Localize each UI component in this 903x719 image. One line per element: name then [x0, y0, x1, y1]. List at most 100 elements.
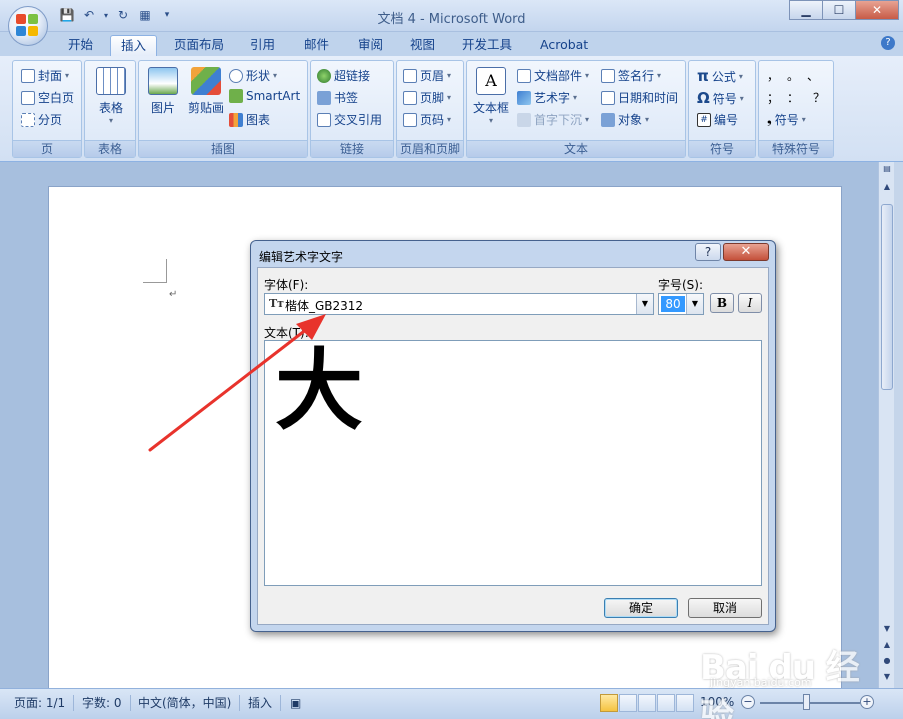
numbering-icon: # [697, 112, 711, 127]
baidu-jingyan-watermark: Bai du 经验 jingyan.baidu.com [700, 632, 860, 719]
language-indicator[interactable]: 中文(简体，中国) [138, 695, 241, 711]
page-number-button[interactable]: 页码 ▾ [403, 111, 451, 128]
cover-page-button[interactable]: 封面 ▾ [21, 67, 69, 84]
font-label: 字体(F): [264, 278, 309, 292]
office-button[interactable] [8, 6, 48, 46]
ruler-toggle-icon[interactable]: ▤ [880, 162, 894, 176]
group-text: A 文本框 ▾ 文档部件 ▾ 艺术字 ▾ 首字下沉 ▾ 签名行 ▾ 日期和时间 对象 ▾ … [466, 60, 686, 158]
page-break-button[interactable]: 分页 [21, 111, 62, 128]
dialog-help-button[interactable]: ? [695, 243, 721, 261]
tab-view[interactable]: 视图 [400, 35, 445, 57]
italic-button[interactable]: I [738, 293, 762, 313]
web-layout-button[interactable] [638, 694, 656, 712]
hyperlink-button[interactable]: 超链接 [317, 67, 370, 84]
header-button[interactable]: 页眉 ▾ [403, 67, 451, 84]
previous-page-icon[interactable]: ▲ [880, 638, 894, 652]
outline-view-button[interactable] [657, 694, 675, 712]
group-symbols: π 公式 ▾ Ω 符号 ▾ # 编号 符号 [688, 60, 756, 158]
next-page-icon[interactable]: ▼ [880, 670, 894, 684]
scroll-down-icon[interactable]: ▼ [880, 622, 894, 636]
group-label-pages: 页 [13, 140, 81, 157]
signature-line-icon [601, 68, 615, 83]
wordart-text-input[interactable]: 大 [264, 340, 762, 586]
omega-icon: Ω [697, 89, 710, 107]
cancel-button[interactable]: 取消 [688, 598, 762, 618]
font-select[interactable]: Tт 楷体_GB2312 ▼ [264, 293, 654, 315]
textbox-icon: A [476, 67, 506, 95]
word-count[interactable]: 字数: 0 [82, 695, 131, 711]
cross-reference-button[interactable]: 交叉引用 [317, 111, 382, 128]
footer-icon [403, 90, 417, 105]
ok-button[interactable]: 确定 [604, 598, 678, 618]
size-select[interactable]: 80 ▼ [658, 293, 704, 315]
wordart-button[interactable]: 艺术字 ▾ [517, 89, 577, 106]
font-dropdown-arrow[interactable]: ▼ [636, 294, 653, 314]
cross-reference-icon [317, 112, 331, 127]
tab-references[interactable]: 引用 [240, 35, 285, 57]
table-button[interactable]: 表格 ▾ [91, 67, 131, 125]
tab-review[interactable]: 审阅 [348, 35, 393, 57]
tab-home[interactable]: 开始 [58, 35, 103, 57]
symbol-button[interactable]: Ω 符号 ▾ [697, 89, 744, 107]
special-symbol-button[interactable]: ❟ 符号 ▾ [767, 111, 806, 128]
chart-button[interactable]: 图表 [229, 111, 270, 128]
scroll-up-icon[interactable]: ▲ [880, 180, 894, 194]
signature-line-button[interactable]: 签名行 ▾ [601, 67, 661, 84]
tab-mailings[interactable]: 邮件 [294, 35, 339, 57]
help-icon[interactable]: ? [881, 36, 895, 50]
group-links: 超链接 书签 交叉引用 链接 [310, 60, 394, 158]
blank-page-button[interactable]: 空白页 [21, 89, 74, 106]
group-tables: 表格 ▾ 表格 [84, 60, 136, 158]
bold-button[interactable]: B [710, 293, 734, 313]
object-button[interactable]: 对象 ▾ [601, 111, 649, 128]
drop-cap-button[interactable]: 首字下沉 ▾ [517, 111, 589, 128]
tab-acrobat[interactable]: Acrobat [530, 35, 598, 57]
drop-cap-icon [517, 112, 531, 127]
tab-insert[interactable]: 插入 [110, 35, 158, 57]
textbox-button[interactable]: A 文本框 ▾ [469, 67, 513, 125]
special-symbols-row-2[interactable]: ；：？ [767, 89, 839, 106]
page-count[interactable]: 页面: 1/1 [14, 695, 75, 711]
calendar-icon [601, 90, 615, 105]
equation-button[interactable]: π 公式 ▾ [697, 67, 743, 85]
quick-parts-button[interactable]: 文档部件 ▾ [517, 67, 589, 84]
footer-button[interactable]: 页脚 ▾ [403, 89, 451, 106]
select-browse-object-icon[interactable]: ● [880, 654, 894, 668]
size-dropdown-arrow[interactable]: ▼ [686, 294, 703, 314]
smartart-icon [229, 89, 243, 103]
numbering-button[interactable]: # 编号 [697, 111, 738, 128]
truetype-font-icon: Tт [269, 297, 285, 310]
bookmark-button[interactable]: 书签 [317, 89, 358, 106]
close-button[interactable]: ✕ [855, 0, 899, 20]
group-label-text: 文本 [467, 140, 685, 157]
clipart-button[interactable]: 剪贴画 [185, 67, 227, 116]
bookmark-icon [317, 90, 331, 105]
window-title: 文档 4 - Microsoft Word [377, 12, 526, 27]
minimize-button[interactable]: ▁ [789, 0, 823, 20]
insert-mode[interactable]: 插入 [248, 695, 282, 711]
window-controls: ▁ ☐ ✕ [789, 0, 899, 20]
dialog-close-button[interactable]: ✕ [723, 243, 769, 261]
special-symbols-row-1[interactable]: ，。、 [767, 67, 833, 84]
print-layout-view-button[interactable] [600, 694, 618, 712]
full-screen-reading-button[interactable] [619, 694, 637, 712]
maximize-button[interactable]: ☐ [822, 0, 856, 20]
macro-record-icon[interactable]: ▣ [290, 695, 309, 711]
scroll-thumb[interactable] [881, 204, 893, 390]
tab-developer[interactable]: 开发工具 [452, 35, 522, 57]
tab-page-layout[interactable]: 页面布局 [164, 35, 234, 57]
chart-icon [229, 112, 243, 127]
date-time-button[interactable]: 日期和时间 [601, 89, 678, 106]
office-logo-icon [16, 14, 40, 38]
zoom-in-button[interactable]: + [860, 695, 874, 709]
vertical-scrollbar[interactable]: ▤ ▲ ▼ ▲ ● ▼ [878, 162, 894, 688]
draft-view-button[interactable] [676, 694, 694, 712]
hyperlink-icon [317, 68, 331, 83]
shapes-button[interactable]: 形状 ▾ [229, 67, 277, 84]
size-label: 字号(S): [658, 278, 704, 292]
page-number-icon [403, 112, 417, 127]
ribbon: 封面 ▾ 空白页 分页 页 表格 ▾ 表格 图片 剪贴画 形状 ▾ SmartA… [0, 56, 903, 162]
cover-page-icon [21, 68, 35, 83]
smartart-button[interactable]: SmartArt [229, 89, 300, 103]
picture-button[interactable]: 图片 [143, 67, 183, 116]
